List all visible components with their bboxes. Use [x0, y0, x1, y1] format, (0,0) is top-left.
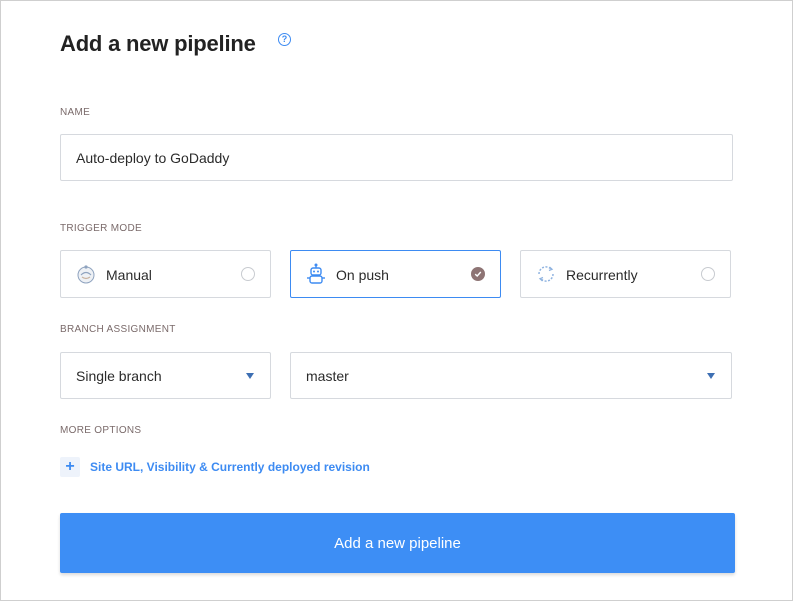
plus-icon: +: [60, 457, 80, 477]
branch-value: master: [306, 368, 349, 384]
more-options-label: MORE OPTIONS: [60, 425, 142, 436]
more-options-toggle[interactable]: + Site URL, Visibility & Currently deplo…: [60, 456, 370, 478]
pipeline-form: Add a new pipeline ? NAME TRIGGER MODE M…: [0, 0, 793, 601]
trigger-option-label: Manual: [106, 267, 152, 283]
trigger-option-on-push[interactable]: On push: [290, 250, 501, 298]
trigger-option-recurrently[interactable]: Recurrently: [520, 250, 731, 298]
help-icon[interactable]: ?: [278, 33, 291, 46]
chevron-down-icon: [707, 373, 715, 379]
trigger-option-label: On push: [336, 267, 389, 283]
radio-manual[interactable]: [241, 267, 255, 281]
trigger-mode-label: TRIGGER MODE: [60, 223, 142, 234]
trigger-option-manual[interactable]: Manual: [60, 250, 271, 298]
robot-icon: [307, 263, 325, 284]
trigger-option-label: Recurrently: [566, 267, 638, 283]
check-icon: [474, 271, 482, 277]
radio-recurrently[interactable]: [701, 267, 715, 281]
branch-select[interactable]: master: [290, 352, 732, 399]
branch-mode-value: Single branch: [76, 368, 162, 384]
branch-mode-select[interactable]: Single branch: [60, 352, 271, 399]
manual-hand-icon: [77, 265, 95, 284]
branch-assignment-label: BRANCH ASSIGNMENT: [60, 324, 176, 335]
add-pipeline-button[interactable]: Add a new pipeline: [60, 513, 735, 573]
chevron-down-icon: [246, 373, 254, 379]
page-title: Add a new pipeline: [60, 31, 256, 56]
recurring-cycle-icon: [538, 266, 554, 282]
more-options-link[interactable]: Site URL, Visibility & Currently deploye…: [90, 460, 370, 474]
radio-on-push[interactable]: [471, 267, 485, 281]
pipeline-name-input[interactable]: [60, 134, 733, 181]
name-label: NAME: [60, 107, 91, 118]
